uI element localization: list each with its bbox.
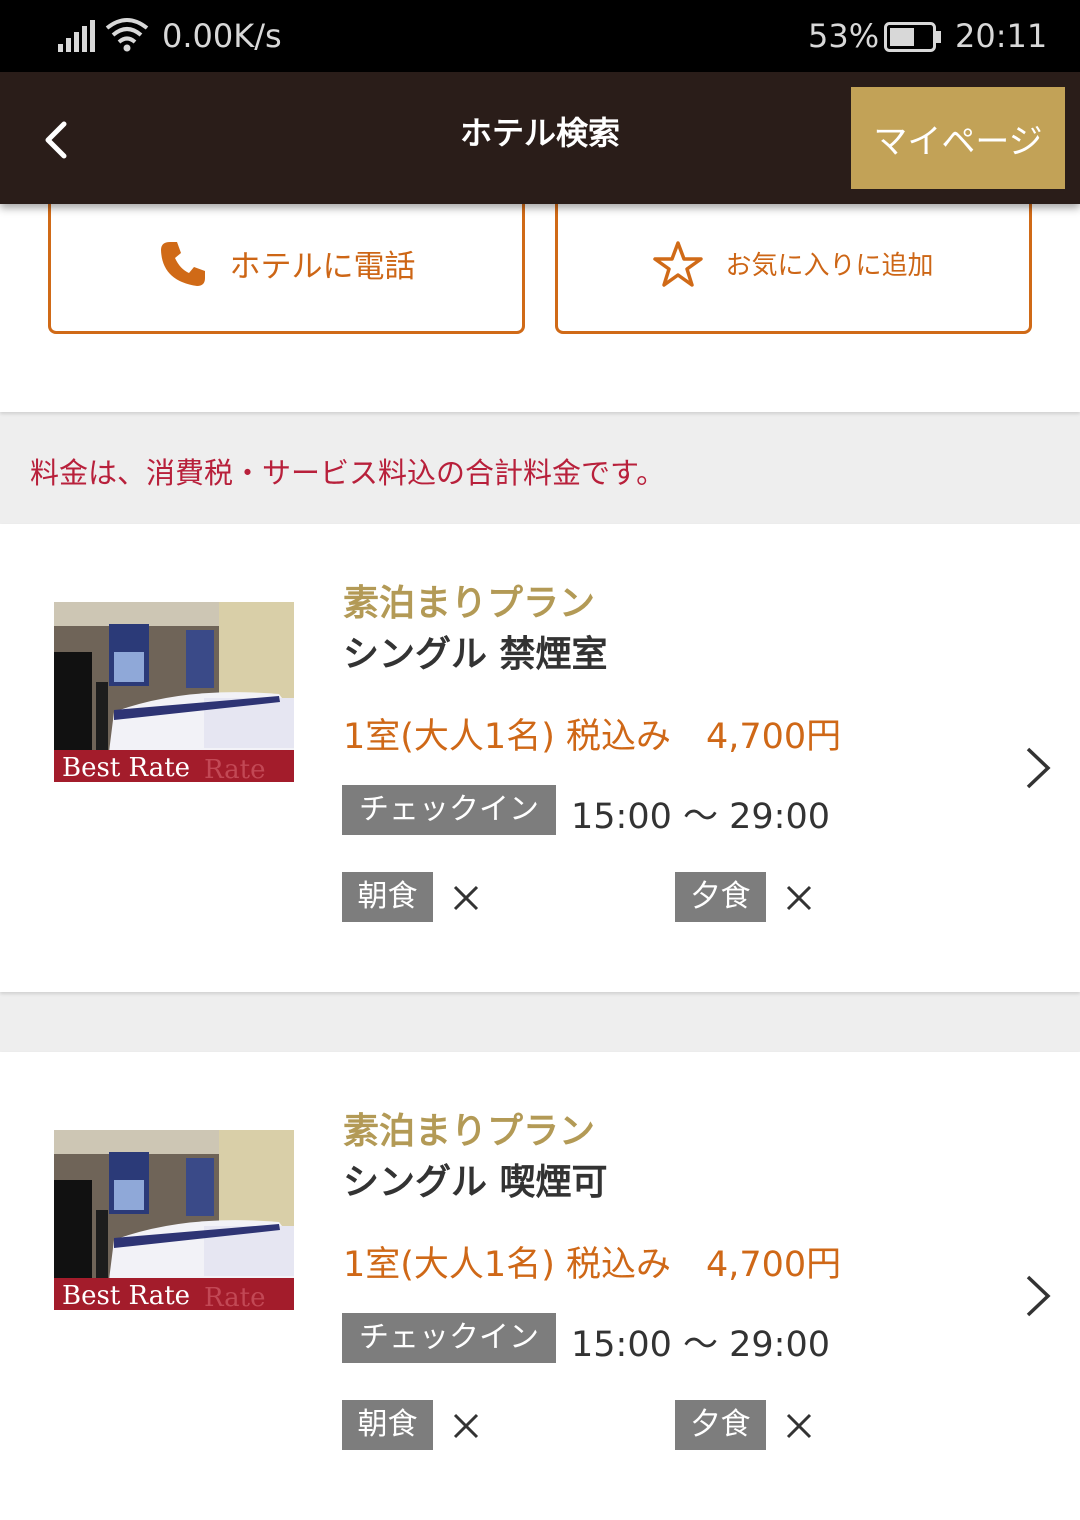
status-bar: 0.00K/s 53% 20:11 (0, 0, 1080, 72)
best-rate-badge: Best Rate (62, 753, 190, 782)
dinner-x-icon (786, 1413, 812, 1439)
breakfast-x-icon (453, 885, 479, 911)
dinner-tag: 夕食 (675, 1400, 766, 1450)
mypage-button[interactable]: マイページ (851, 87, 1065, 189)
star-icon (653, 240, 704, 287)
plan-card[interactable]: Rate Best Rate 素泊まりプラン シングル 喫煙可 1室(大人1名)… (0, 1052, 1080, 1520)
dinner-tag: 夕食 (675, 872, 766, 922)
checkin-time: 15:00 〜 29:00 (571, 797, 830, 837)
chevron-right-icon[interactable] (1024, 1274, 1052, 1318)
svg-text:Rate: Rate (204, 1283, 266, 1310)
best-rate-badge: Best Rate (62, 1281, 190, 1310)
room-thumbnail: Rate Best Rate (54, 1130, 294, 1310)
battery-percent: 53% (808, 17, 880, 55)
checkin-time: 15:00 〜 29:00 (571, 1325, 830, 1365)
room-type: シングル 禁煙室 (343, 634, 608, 675)
phone-icon (160, 241, 205, 286)
price: 1室(大人1名) 税込み 4,700円 (343, 717, 842, 757)
room-thumbnail: Rate Best Rate (54, 602, 294, 782)
battery-icon (884, 22, 941, 52)
call-hotel-label: ホテルに電話 (229, 249, 416, 285)
signal-icon (58, 20, 95, 52)
network-speed: 0.00K/s (162, 17, 282, 55)
breakfast-tag: 朝食 (342, 872, 433, 922)
tax-notice: 料金は、消費税・サービス料込の合計料金です。 (30, 456, 666, 490)
hotel-actions-card: ホテルに電話 お気に入りに追加 (0, 196, 1080, 412)
breakfast-tag: 朝食 (342, 1400, 433, 1450)
plan-name: 素泊まりプラン (343, 1111, 596, 1152)
app-header: ホテル検索 マイページ (0, 72, 1080, 204)
price: 1室(大人1名) 税込み 4,700円 (343, 1245, 842, 1285)
wifi-icon (105, 18, 149, 52)
plan-name: 素泊まりプラン (343, 583, 596, 624)
checkin-tag: チェックイン (342, 1313, 556, 1363)
svg-text:Rate: Rate (204, 755, 266, 782)
breakfast-x-icon (453, 1413, 479, 1439)
dinner-x-icon (786, 885, 812, 911)
room-type: シングル 喫煙可 (343, 1162, 608, 1203)
call-hotel-button[interactable]: ホテルに電話 (48, 196, 525, 334)
clock: 20:11 (955, 17, 1048, 55)
chevron-right-icon[interactable] (1024, 746, 1052, 790)
plan-card[interactable]: Rate Best Rate 素泊まりプラン シングル 禁煙室 1室(大人1名)… (0, 524, 1080, 992)
checkin-tag: チェックイン (342, 785, 556, 835)
add-favorite-label: お気に入りに追加 (725, 251, 934, 281)
add-favorite-button[interactable]: お気に入りに追加 (555, 196, 1032, 334)
